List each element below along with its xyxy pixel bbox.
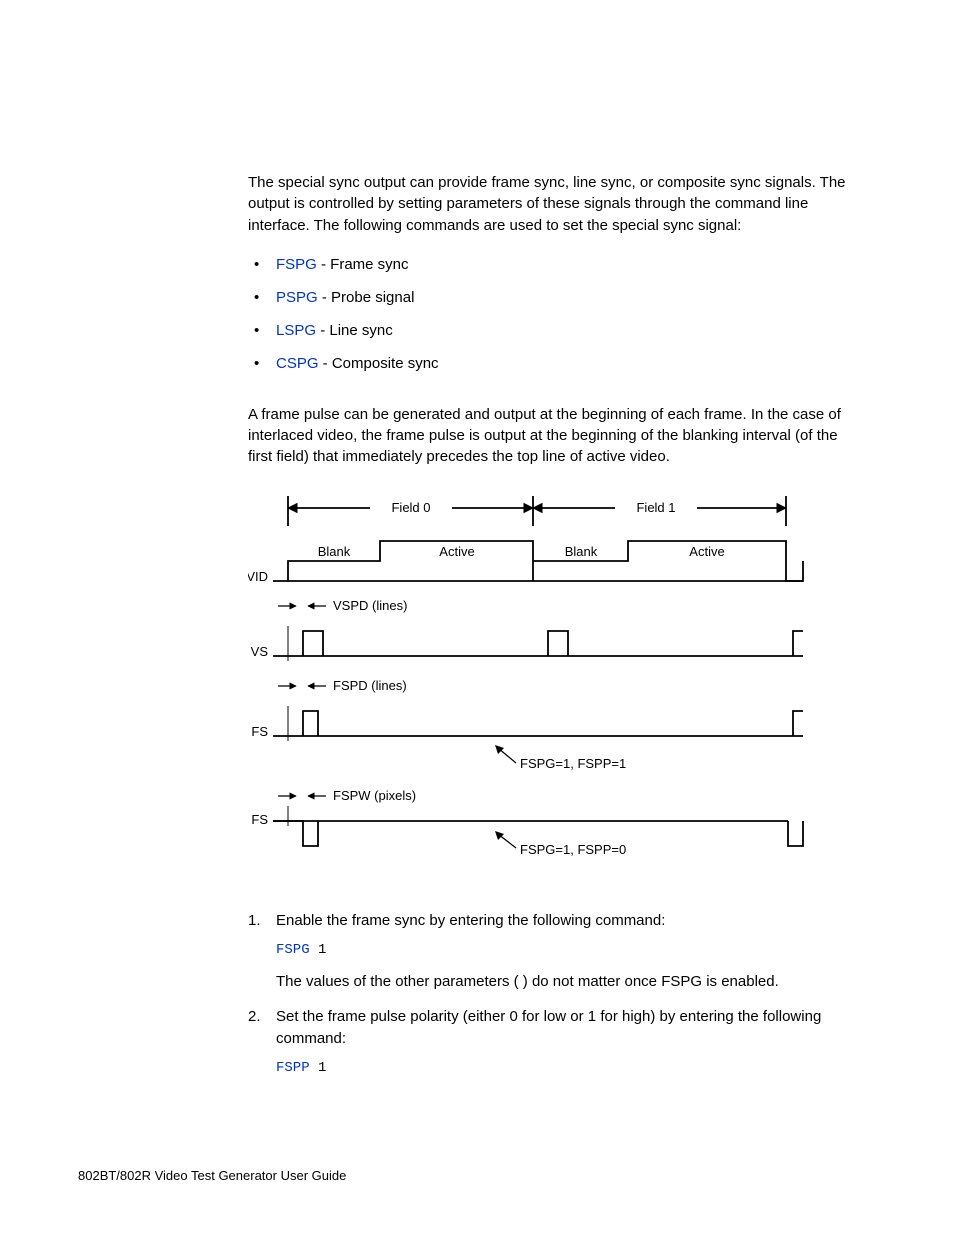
label-field0: Field 0 — [391, 500, 430, 515]
desc-cspg: - Composite sync — [319, 355, 439, 372]
cmd-item-pspg: PSPG - Probe signal — [248, 287, 864, 308]
label-fs-2: FS — [251, 812, 268, 827]
step-1-code: FSPG 1 — [276, 941, 864, 961]
desc-fspg: - Frame sync — [317, 256, 409, 273]
command-list: FSPG - Frame sync PSPG - Probe signal LS… — [248, 254, 864, 374]
code-arg-2: 1 — [310, 1060, 327, 1076]
desc-pspg: - Probe signal — [318, 289, 415, 306]
code-arg-1: 1 — [310, 942, 327, 958]
step-1: Enable the frame sync by entering the fo… — [248, 910, 864, 992]
label-blank-0: Blank — [318, 544, 351, 559]
cmd-item-fspg: FSPG - Frame sync — [248, 254, 864, 275]
label-vid: VID — [248, 569, 268, 584]
intro-paragraph: The special sync output can provide fram… — [248, 172, 864, 236]
link-cspg[interactable]: CSPG — [276, 355, 319, 372]
footer-text: 802BT/802R Video Test Generator User Gui… — [78, 1168, 346, 1183]
step-2-text: Set the frame pulse polarity (either 0 f… — [276, 1008, 821, 1046]
label-blank-1: Blank — [565, 544, 598, 559]
cmd-item-cspg: CSPG - Composite sync — [248, 353, 864, 374]
label-vs: VS — [251, 644, 269, 659]
label-fspd: FSPD (lines) — [333, 678, 407, 693]
label-vspd: VSPD (lines) — [333, 598, 407, 613]
procedure-list: Enable the frame sync by entering the fo… — [248, 910, 864, 1079]
label-active-1: Active — [689, 544, 724, 559]
label-active-0: Active — [439, 544, 474, 559]
paragraph-frame-pulse: A frame pulse can be generated and outpu… — [248, 404, 864, 468]
cmd-item-lspg: LSPG - Line sync — [248, 320, 864, 341]
link-fspg[interactable]: FSPG — [276, 256, 317, 273]
label-fspw: FSPW (pixels) — [333, 788, 416, 803]
step-1-text: Enable the frame sync by entering the fo… — [276, 912, 665, 929]
step-2-code: FSPP 1 — [276, 1059, 864, 1079]
timing-diagram: Field 0 Field 1 Blank Active Blank Activ… — [248, 486, 864, 870]
annotation-fspp1: FSPG=1, FSPP=1 — [520, 756, 626, 771]
desc-lspg: - Line sync — [316, 322, 393, 339]
link-pspg[interactable]: PSPG — [276, 289, 318, 306]
label-fs-1: FS — [251, 724, 268, 739]
step-1-after: The values of the other parameters ( ) d… — [276, 971, 864, 992]
link-lspg[interactable]: LSPG — [276, 322, 316, 339]
annotation-fspp0: FSPG=1, FSPP=0 — [520, 842, 626, 857]
code-link-fspg[interactable]: FSPG — [276, 942, 310, 958]
step-2: Set the frame pulse polarity (either 0 f… — [248, 1006, 864, 1078]
code-link-fspp[interactable]: FSPP — [276, 1060, 310, 1076]
label-field1: Field 1 — [636, 500, 675, 515]
